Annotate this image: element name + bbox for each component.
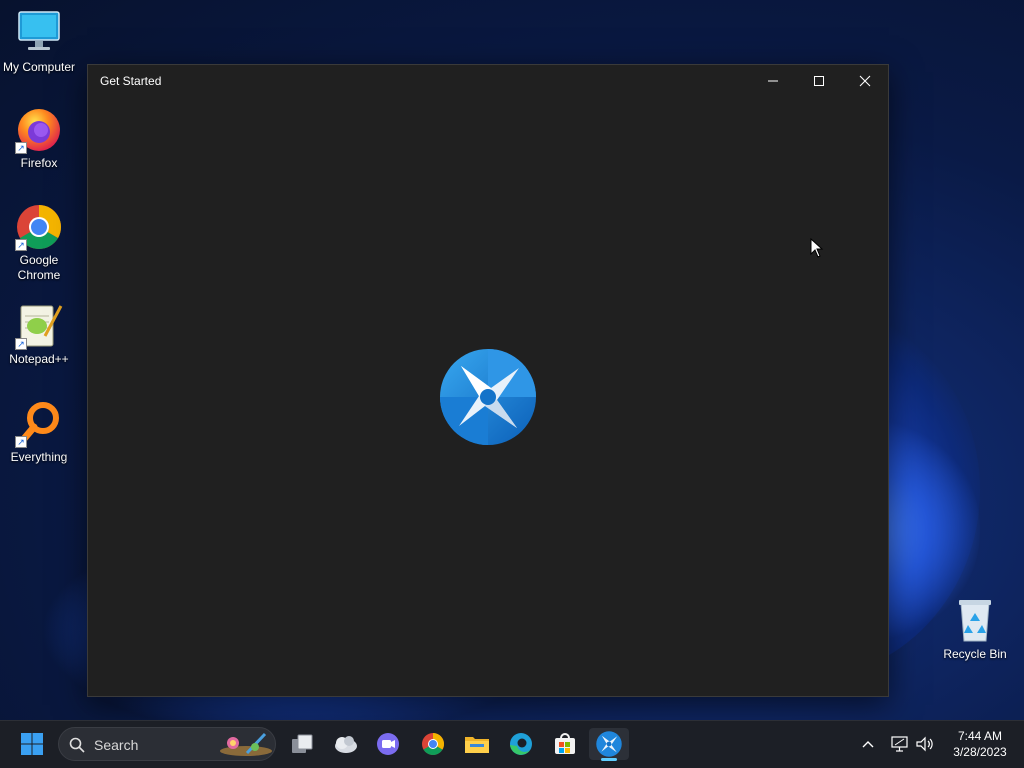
get-started-taskbar-button[interactable]	[589, 728, 629, 760]
desktop-icon-label: Firefox	[20, 156, 58, 170]
search-icon	[69, 737, 85, 753]
get-started-logo-icon	[439, 348, 537, 446]
chrome-icon: ↗	[15, 203, 63, 251]
store-button[interactable]	[545, 728, 585, 760]
minimize-icon	[768, 80, 778, 82]
start-icon	[21, 733, 43, 755]
taskbar-chrome-button[interactable]	[413, 728, 453, 760]
close-button[interactable]	[842, 65, 888, 97]
taskbar-clock[interactable]: 7:44 AM 3/28/2023	[940, 728, 1020, 760]
maximize-button[interactable]	[796, 65, 842, 97]
notepadpp-icon: ↗	[15, 302, 63, 350]
get-started-icon	[596, 731, 622, 757]
task-view-button[interactable]	[282, 728, 322, 760]
taskbar-search-box[interactable]: Search	[58, 727, 276, 761]
shortcut-arrow-icon: ↗	[15, 338, 27, 350]
teams-chat-button[interactable]	[368, 728, 408, 760]
desktop-icon-firefox[interactable]: ↗ Firefox	[1, 106, 77, 171]
volume-button[interactable]	[912, 728, 938, 760]
maximize-icon	[814, 76, 824, 86]
file-explorer-button[interactable]	[457, 728, 497, 760]
shortcut-arrow-icon: ↗	[15, 239, 27, 251]
desktop-icon-notepadpp[interactable]: ↗ Notepad++	[1, 302, 77, 367]
desktop-icon-my-computer[interactable]: My Computer	[1, 10, 77, 75]
clock-date: 3/28/2023	[953, 745, 1007, 759]
desktop-icon-label: Everything	[10, 450, 68, 464]
desktop-icon-label: Google Chrome	[17, 253, 61, 282]
store-icon	[555, 733, 575, 754]
get-started-window[interactable]: Get Started	[87, 64, 889, 697]
desktop-icon-everything[interactable]: ↗ Everything	[1, 400, 77, 465]
desktop-icon-label: Notepad++	[9, 352, 69, 366]
start-button[interactable]	[12, 728, 52, 760]
monitor-icon	[15, 10, 63, 58]
show-hidden-icons-button[interactable]	[849, 728, 887, 760]
firefox-icon: ↗	[15, 106, 63, 154]
search-placeholder: Search	[94, 737, 139, 753]
minimize-button[interactable]	[750, 65, 796, 97]
desktop-icon-label: My Computer	[2, 60, 76, 74]
network-icon	[891, 736, 908, 752]
close-icon	[859, 75, 871, 87]
file-explorer-icon	[465, 737, 489, 753]
edge-button[interactable]	[501, 728, 541, 760]
widgets-icon	[335, 736, 357, 753]
desktop-icon-label: Recycle Bin	[943, 647, 1007, 661]
recycle-bin-icon	[951, 597, 999, 645]
widgets-button[interactable]	[326, 728, 366, 760]
chevron-up-icon	[862, 741, 874, 748]
window-title: Get Started	[100, 74, 162, 88]
search-highlight-icon	[220, 732, 272, 756]
task-view-icon	[292, 734, 313, 753]
shortcut-arrow-icon: ↗	[15, 436, 27, 448]
active-app-indicator	[601, 758, 617, 761]
shortcut-arrow-icon: ↗	[15, 142, 27, 154]
chrome-icon	[422, 733, 444, 755]
everything-search-icon: ↗	[15, 400, 63, 448]
teams-chat-icon	[377, 733, 399, 755]
clock-time: 7:44 AM	[957, 729, 1003, 743]
window-titlebar[interactable]: Get Started	[88, 65, 888, 97]
desktop-icon-recycle-bin[interactable]: Recycle Bin	[937, 597, 1013, 662]
desktop-icon-google-chrome[interactable]: ↗ Google Chrome	[1, 203, 77, 283]
volume-icon	[916, 736, 933, 752]
edge-icon	[510, 733, 532, 755]
network-button[interactable]	[888, 728, 912, 760]
mouse-cursor-icon	[810, 237, 824, 263]
